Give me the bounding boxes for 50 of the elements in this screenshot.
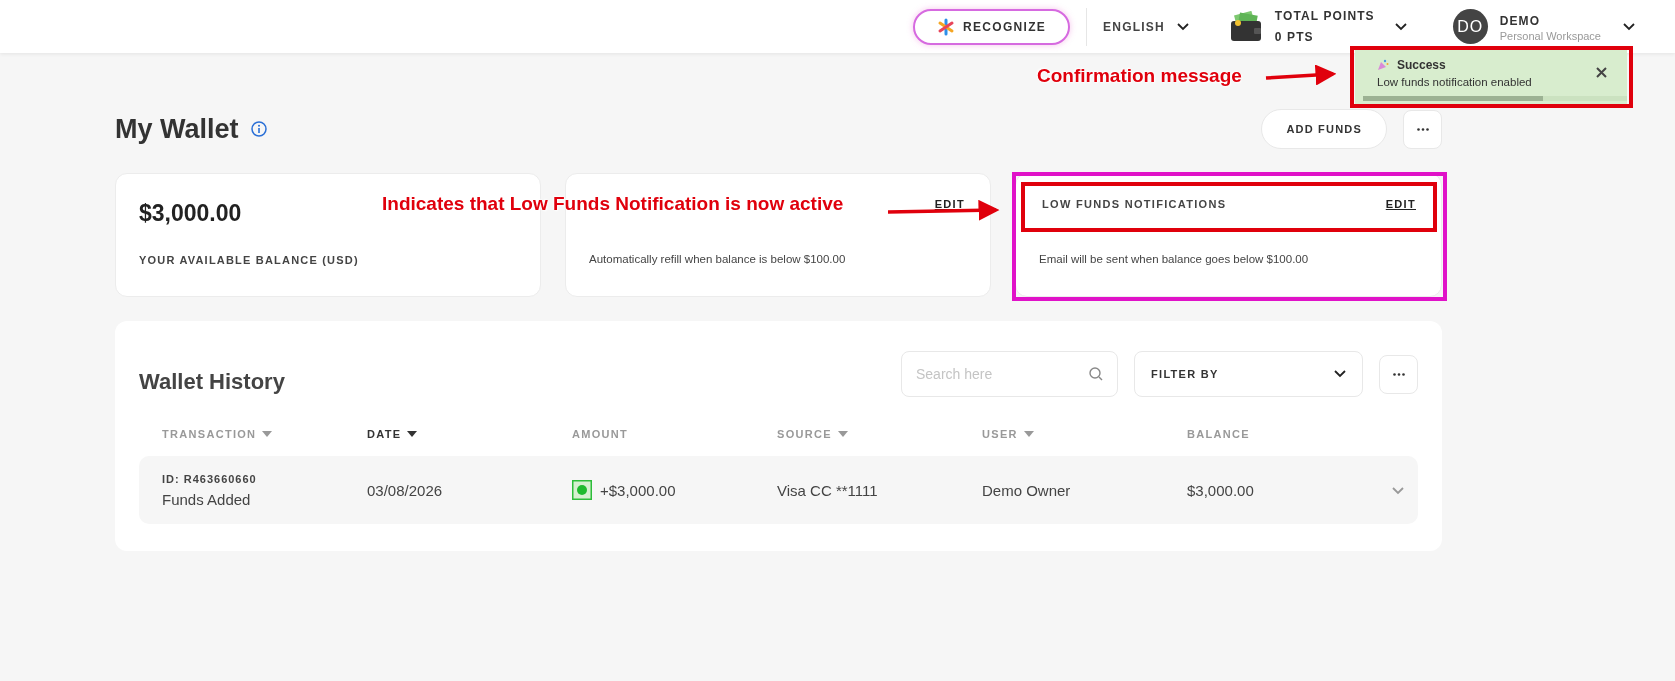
search-field[interactable]: Search here [916,354,1089,394]
points-value: 0 PTS [1274,30,1315,44]
close-icon[interactable] [1596,67,1607,78]
section-title: Wallet History [139,368,285,395]
recognize-button[interactable]: RECOGNIZE [913,8,1071,45]
table-cell-text: Demo Owner [982,481,1072,499]
card-description: Automatically refill when balance is below $100.00 [589,253,846,265]
balance-caption: YOUR AVAILABLE BALANCE (USD) [139,254,359,266]
wallet-icon [1228,10,1263,43]
table-cell: +$3,000.00 [600,481,676,499]
language-dropdown[interactable]: ENGLISH [1103,19,1189,34]
points-label: TOTAL POINTS [1274,9,1375,23]
more-icon [1416,127,1429,131]
filter-dropdown[interactable]: FILTER BY [1134,351,1363,397]
search-box[interactable]: Search here [901,351,1118,397]
party-popper-icon [1377,59,1389,71]
table-cell-text: Visa CC **1111 [777,481,879,499]
table-row[interactable]: ID: R463660660 Funds Added 03/08/2026 +$3,000.00 Visa CC **1111 Demo Owner $3,000.00 [139,456,1418,524]
toast-title: Success [1397,58,1446,72]
balance-amount: $3,000.00 [139,200,242,227]
user-name: DEMO [1499,13,1542,28]
annotation-arrow [1265,64,1337,86]
column-header[interactable]: DATE [367,427,572,440]
annotation-text: Indicates that Low Funds Notification is now active [382,193,844,215]
user-avatar[interactable]: DO [1452,9,1488,44]
workspace-name: Personal Workspace [1499,29,1601,42]
table-cell-text: 03/08/2026 [367,481,444,499]
annotation-text: Confirmation message [1037,65,1242,87]
card-title: LOW FUNDS NOTIFICATIONS [1042,198,1227,210]
toast-message: Low funds notification enabled [1377,76,1532,88]
info-icon[interactable] [250,121,267,137]
transaction-type: Funds Added [162,490,252,508]
table-cell-text: $3,000.00 [1187,481,1255,499]
edit-link[interactable]: EDIT [934,198,965,210]
add-funds-button[interactable]: ADD FUNDS [1261,109,1387,149]
asterisk-logo-icon [937,17,956,36]
card-description: Email will be sent when balance goes below $100.00 [1039,253,1309,265]
column-header: AMOUNT [572,427,630,440]
edit-link[interactable]: EDIT [1385,198,1416,210]
search-icon [1089,367,1103,381]
chevron-down-icon [1334,370,1346,378]
chevron-down-icon [1623,22,1635,31]
page-title: My Wallet [115,113,239,145]
chevron-down-icon [1176,22,1189,31]
more-icon [1392,372,1405,376]
sort-caret-icon[interactable] [407,430,418,437]
transaction-id: ID: R463660660 [162,472,258,485]
expand-chevron-icon [1392,487,1404,495]
column-header: BALANCE [1187,427,1251,440]
chevron-down-icon [1394,22,1407,31]
